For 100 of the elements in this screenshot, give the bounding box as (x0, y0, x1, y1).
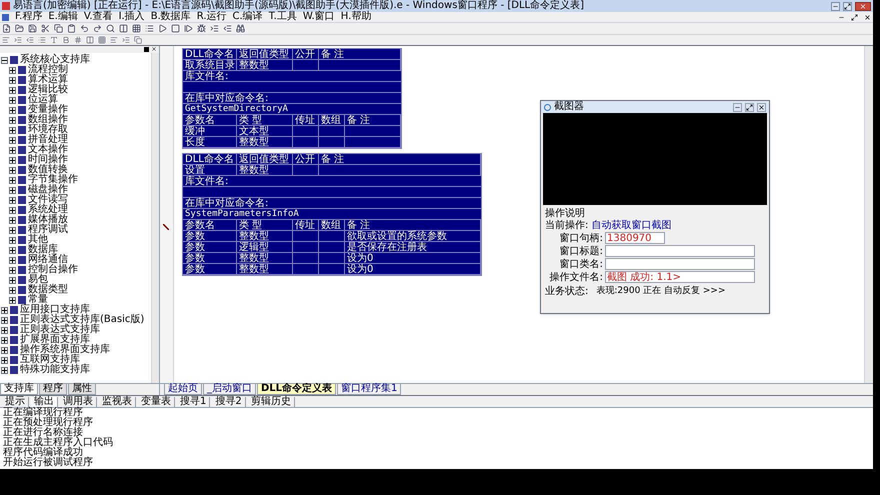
expand-icon[interactable] (1, 346, 8, 354)
tree-item[interactable]: 操作系统界面支持库 (20, 345, 110, 355)
expand-icon[interactable] (1, 336, 8, 344)
tree-item[interactable]: 网络通信 (28, 255, 68, 265)
play-icon[interactable] (158, 24, 167, 33)
tree-item[interactable]: 正则表达式支持库(Basic版) (20, 315, 144, 325)
stop-icon[interactable] (171, 24, 180, 33)
undo-icon[interactable] (80, 24, 89, 33)
expand-icon[interactable] (9, 86, 16, 94)
tree-item[interactable]: 数据库 (28, 245, 58, 255)
input-field[interactable]: 1380970 (605, 232, 665, 244)
input-field[interactable]: 截图 成功: 1.1> (605, 271, 755, 283)
tree-item[interactable]: 控制台操作 (28, 265, 78, 275)
tree-item[interactable]: 应用接口支持库 (20, 305, 90, 315)
tree-item[interactable]: 数组操作 (28, 115, 68, 125)
close-icon[interactable] (855, 2, 871, 10)
menu-item[interactable]: I.插入 (118, 12, 145, 22)
expand-icon[interactable] (9, 66, 16, 74)
expand-icon[interactable] (9, 96, 16, 104)
expand-icon[interactable] (1, 306, 8, 314)
tree-item[interactable]: 文本操作 (28, 145, 68, 155)
grid-icon[interactable] (132, 24, 141, 33)
tree-item[interactable]: 特殊功能支持库 (20, 365, 90, 375)
expand-icon[interactable] (9, 236, 16, 244)
input-field[interactable] (605, 245, 755, 257)
panel-tab[interactable]: 程序 (39, 383, 67, 395)
expand-icon[interactable] (9, 256, 16, 264)
expand-icon[interactable] (9, 136, 16, 144)
expand-icon[interactable] (9, 276, 16, 284)
expand-icon[interactable] (9, 146, 16, 154)
expand-icon[interactable] (9, 116, 16, 124)
cut-icon[interactable] (41, 24, 50, 33)
expand-icon[interactable] (9, 286, 16, 294)
folder-icon[interactable] (15, 24, 24, 33)
expand-icon[interactable] (9, 76, 16, 84)
tree-item[interactable]: 常量 (28, 295, 48, 305)
tree-item[interactable]: 系统处理 (28, 205, 68, 215)
tree-item[interactable]: 算术运算 (28, 75, 68, 85)
expand-icon[interactable] (9, 296, 16, 304)
indent-icon[interactable] (210, 24, 219, 33)
minimize-icon[interactable] (733, 102, 742, 112)
close-icon[interactable] (864, 14, 871, 20)
menu-item[interactable]: E.编辑 (48, 12, 78, 22)
maximize-icon[interactable] (843, 2, 852, 10)
expand-icon[interactable] (9, 106, 16, 114)
bug-icon[interactable] (197, 24, 206, 33)
tree-item[interactable]: 系统核心支持库 (20, 55, 90, 65)
expand-icon[interactable] (9, 156, 16, 164)
binoculars-icon[interactable] (236, 24, 245, 33)
outdent-icon[interactable] (223, 24, 232, 33)
search-icon[interactable] (106, 24, 115, 33)
indent-icon[interactable] (14, 36, 22, 44)
list-icon[interactable] (145, 24, 154, 33)
columns-icon[interactable] (86, 36, 94, 44)
expand-icon[interactable] (9, 206, 16, 214)
expand-icon[interactable] (9, 166, 16, 174)
redo-icon[interactable] (93, 24, 102, 33)
maximize-icon[interactable] (745, 102, 754, 112)
tree-item[interactable]: 数据类型 (28, 285, 68, 295)
tree-item[interactable]: 位运算 (28, 95, 58, 105)
columns-icon[interactable] (119, 24, 128, 33)
tree-item[interactable]: 环境存取 (28, 125, 68, 135)
expand-icon[interactable] (9, 216, 16, 224)
tree-item[interactable]: 字节集操作 (28, 175, 78, 185)
save-icon[interactable] (28, 24, 37, 33)
expand-icon[interactable] (1, 366, 8, 374)
tree-item[interactable]: 扩展界面支持库 (20, 335, 90, 345)
input-field[interactable] (605, 258, 755, 270)
tree-item[interactable]: 磁盘操作 (28, 185, 68, 195)
expand-icon[interactable] (9, 266, 16, 274)
menu-item[interactable]: T.工具 (268, 12, 297, 22)
copy-icon[interactable] (134, 36, 142, 44)
expand-icon[interactable] (1, 356, 8, 364)
output-tab[interactable]: 输出 (31, 396, 58, 406)
tree-item[interactable]: 其他 (28, 235, 48, 245)
expand-icon[interactable] (9, 186, 16, 194)
align-icon[interactable] (110, 36, 118, 44)
expand-icon[interactable] (9, 126, 16, 134)
expand-icon[interactable] (9, 226, 16, 234)
list-icon[interactable] (38, 36, 46, 44)
step-icon[interactable] (184, 24, 193, 33)
outdent-icon[interactable] (26, 36, 34, 44)
tree-item[interactable]: 媒体播放 (28, 215, 68, 225)
grid-icon[interactable] (98, 36, 106, 44)
tree-item[interactable]: 逻辑比较 (28, 85, 68, 95)
scrollbar[interactable] (151, 53, 159, 383)
tree-item[interactable]: 易包 (28, 275, 48, 285)
collapse-icon[interactable] (1, 56, 8, 64)
menu-item[interactable]: H.帮助 (340, 12, 372, 22)
restore-icon[interactable] (851, 14, 858, 20)
close-icon[interactable] (757, 102, 766, 112)
expand-icon[interactable] (1, 326, 8, 334)
new-file-icon[interactable] (2, 24, 11, 33)
hash-icon[interactable] (74, 36, 82, 44)
tree-item[interactable]: 时间操作 (28, 155, 68, 165)
menu-item[interactable]: F.程序 (15, 12, 42, 22)
paste-icon[interactable] (67, 24, 76, 33)
tree-item[interactable]: 拼音处理 (28, 135, 68, 145)
panel-tab[interactable]: 属性 (68, 383, 96, 395)
menu-item[interactable]: V.查看 (84, 12, 113, 22)
